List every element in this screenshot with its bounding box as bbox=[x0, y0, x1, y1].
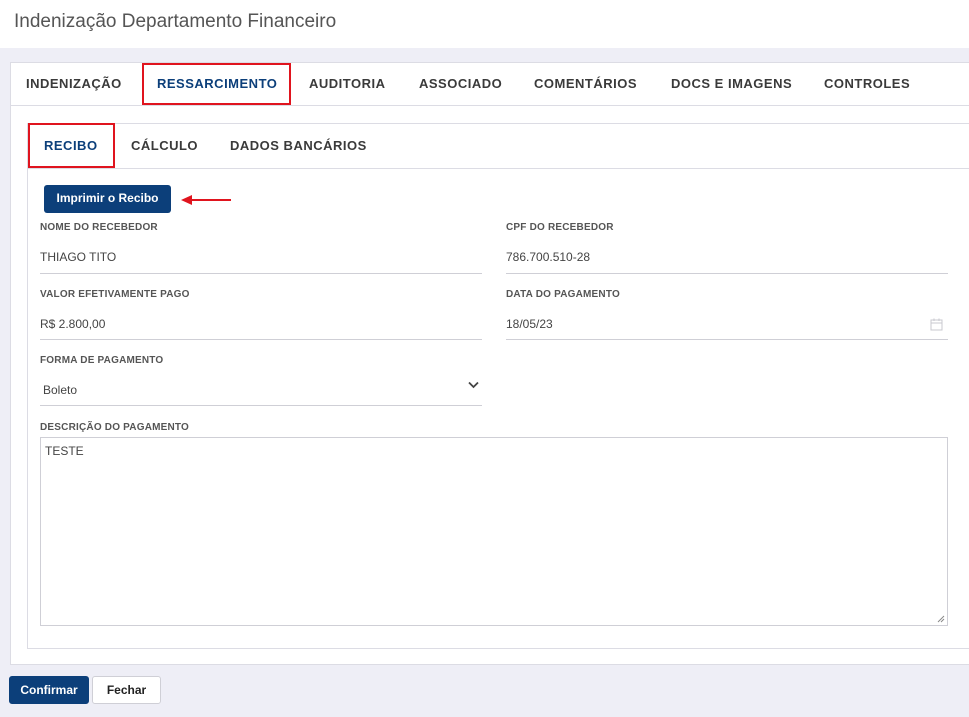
cpf-underline bbox=[506, 273, 948, 274]
main-card: INDENIZAÇÃO RESSARCIMENTO AUDITORIA ASSO… bbox=[10, 62, 969, 665]
main-tab-bar: INDENIZAÇÃO RESSARCIMENTO AUDITORIA ASSO… bbox=[11, 63, 969, 106]
nome-label: NOME DO RECEBEDOR bbox=[40, 222, 158, 233]
tab-auditoria[interactable]: AUDITORIA bbox=[309, 63, 385, 105]
tab-docs-e-imagens[interactable]: DOCS E IMAGENS bbox=[671, 63, 792, 105]
data-label: DATA DO PAGAMENTO bbox=[506, 289, 620, 300]
tab-ressarcimento[interactable]: RESSARCIMENTO bbox=[157, 63, 277, 105]
valor-label: VALOR EFETIVAMENTE PAGO bbox=[40, 289, 190, 300]
confirm-button[interactable]: Confirmar bbox=[9, 676, 89, 704]
chevron-down-icon[interactable] bbox=[468, 381, 479, 389]
tab-comentarios[interactable]: COMENTÁRIOS bbox=[534, 63, 637, 105]
tab-dados-bancarios[interactable]: DADOS BANCÁRIOS bbox=[230, 124, 367, 168]
tab-associado[interactable]: ASSOCIADO bbox=[419, 63, 502, 105]
valor-field[interactable]: R$ 2.800,00 bbox=[40, 317, 105, 331]
title-bar: Indenização Departamento Financeiro bbox=[0, 0, 969, 48]
recibo-panel: RECIBO CÁLCULO DADOS BANCÁRIOS Imprimir … bbox=[27, 123, 969, 649]
close-button[interactable]: Fechar bbox=[92, 676, 161, 704]
arrow-left-icon bbox=[181, 195, 231, 205]
page-title: Indenização Departamento Financeiro bbox=[14, 11, 337, 32]
forma-select[interactable]: Boleto bbox=[43, 383, 77, 397]
forma-underline bbox=[40, 405, 482, 406]
tab-calculo[interactable]: CÁLCULO bbox=[131, 124, 198, 168]
print-receipt-button[interactable]: Imprimir o Recibo bbox=[44, 185, 171, 213]
sub-tab-bar: RECIBO CÁLCULO DADOS BANCÁRIOS bbox=[28, 123, 969, 169]
descricao-textarea[interactable]: TESTE bbox=[40, 437, 948, 626]
nome-field[interactable]: THIAGO TITO bbox=[40, 250, 116, 264]
tab-recibo[interactable]: RECIBO bbox=[44, 124, 98, 168]
valor-underline bbox=[40, 339, 482, 340]
cpf-field[interactable]: 786.700.510-28 bbox=[506, 250, 590, 264]
descricao-text: TESTE bbox=[45, 444, 84, 458]
forma-label: FORMA DE PAGAMENTO bbox=[40, 355, 164, 366]
resize-handle-icon[interactable] bbox=[937, 615, 945, 623]
data-underline bbox=[506, 339, 948, 340]
descricao-label: DESCRIÇÃO DO PAGAMENTO bbox=[40, 422, 190, 433]
data-field[interactable]: 18/05/23 bbox=[506, 317, 553, 331]
nome-underline bbox=[40, 273, 482, 274]
calendar-icon[interactable] bbox=[930, 318, 943, 331]
cpf-label: CPF DO RECEBEDOR bbox=[506, 222, 614, 233]
tab-controles[interactable]: CONTROLES bbox=[824, 63, 910, 105]
tab-indenizacao[interactable]: INDENIZAÇÃO bbox=[26, 63, 122, 105]
